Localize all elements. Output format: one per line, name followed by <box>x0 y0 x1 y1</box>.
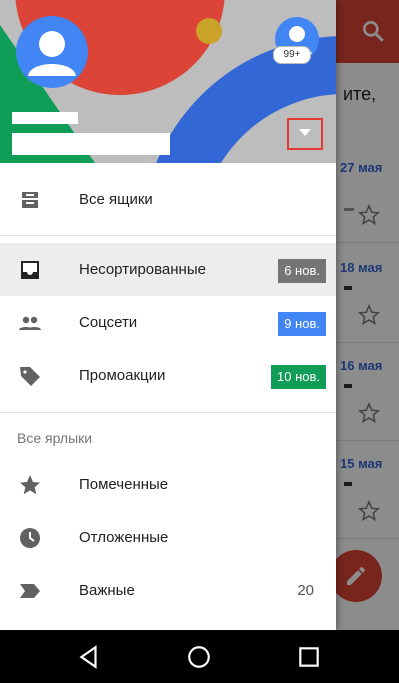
account-name-redacted <box>12 112 78 124</box>
account-switcher-dropdown[interactable] <box>287 118 323 150</box>
account-header: 99+ <box>0 0 336 163</box>
new-count-badge: 9 нов. <box>278 312 326 336</box>
person-icon <box>28 31 76 76</box>
drawer-item-starred[interactable]: Помеченные <box>0 458 336 511</box>
inbox-icon <box>21 261 39 279</box>
drawer-item-label: Соцсети <box>79 314 138 331</box>
home-icon[interactable] <box>186 644 212 670</box>
item-count: 20 <box>297 582 314 599</box>
new-count-badge: 10 нов. <box>271 365 326 389</box>
drawer-item-important[interactable]: Важные 20 <box>0 564 336 617</box>
drawer-item-social[interactable]: Соцсети 9 нов. <box>0 296 336 349</box>
unread-badge: 99+ <box>273 46 311 64</box>
drawer-item-primary[interactable]: Несортированные 6 нов. <box>0 243 336 296</box>
drawer-item-label: Несортированные <box>79 261 206 278</box>
recents-icon[interactable] <box>296 644 322 670</box>
important-icon <box>20 584 40 598</box>
drawer-item-label: Отложенные <box>79 529 169 546</box>
back-icon[interactable] <box>76 644 102 670</box>
triangle-down-icon <box>299 129 311 136</box>
inboxes-icon <box>22 192 38 208</box>
system-nav-bar <box>0 630 399 683</box>
people-icon <box>19 316 41 330</box>
drawer-item-label: Важные <box>79 582 135 599</box>
drawer-item-label: Все ящики <box>79 191 153 208</box>
tag-icon <box>20 367 40 386</box>
clock-icon <box>20 528 40 548</box>
divider <box>0 235 336 236</box>
star-icon <box>20 475 40 495</box>
drawer-item-label: Промоакции <box>79 367 166 384</box>
navigation-drawer: 99+ Все ящики Несортированные 6 нов. Соц… <box>0 0 336 630</box>
new-count-badge: 6 нов. <box>278 259 326 283</box>
drawer-item-promotions[interactable]: Промоакции 10 нов. <box>0 349 336 402</box>
account-avatar[interactable] <box>16 16 88 88</box>
account-email-redacted <box>12 133 170 155</box>
drawer-item-all-inboxes[interactable]: Все ящики <box>0 173 336 226</box>
drawer-item-snoozed[interactable]: Отложенные <box>0 511 336 564</box>
drawer-item-label: Помеченные <box>79 476 169 493</box>
section-title: Все ярлыки <box>17 430 93 446</box>
divider <box>0 412 336 413</box>
